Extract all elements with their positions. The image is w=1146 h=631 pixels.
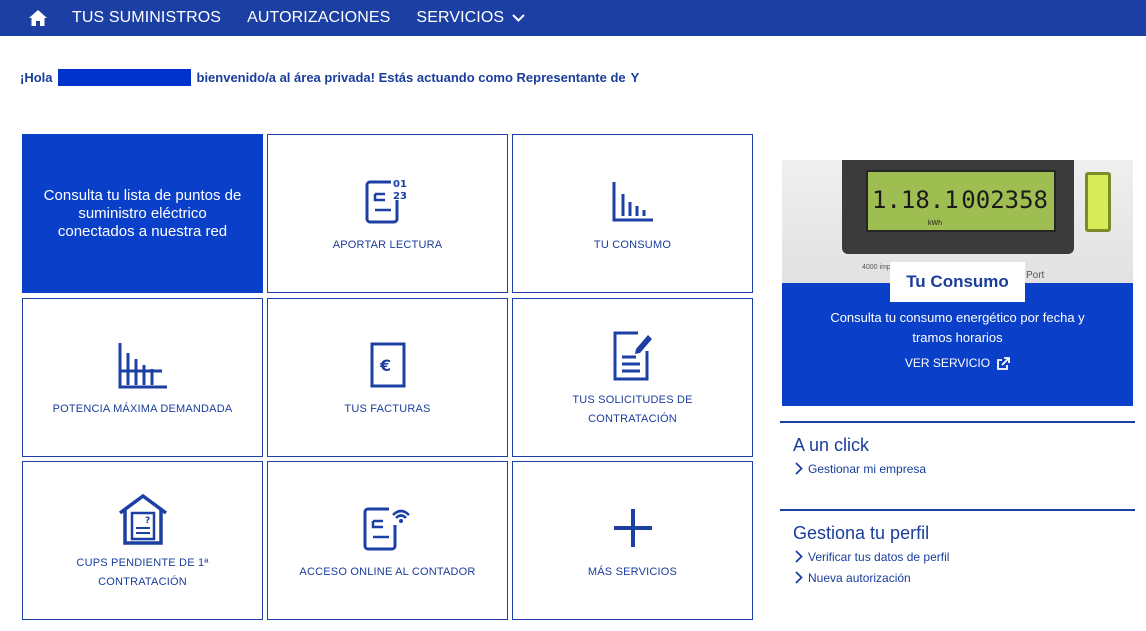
tile-tus-facturas[interactable]: € TUS FACTURAS xyxy=(267,298,508,457)
promo-description: Consulta tu consumo energético por fecha… xyxy=(830,310,1085,345)
svg-text:01: 01 xyxy=(393,179,407,190)
wireless-meter-icon xyxy=(363,499,413,557)
nav-servicios[interactable]: SERVICIOS xyxy=(416,9,525,27)
chevron-right-icon xyxy=(795,550,803,563)
welcome-message: ¡Hola bienvenido/a al área privada! Está… xyxy=(20,69,640,86)
external-link-icon xyxy=(997,356,1010,370)
home-button[interactable] xyxy=(20,0,56,36)
redacted-name xyxy=(57,69,191,86)
svg-text:€: € xyxy=(379,356,391,375)
chevron-down-icon xyxy=(512,14,525,22)
tile-aportar-lectura[interactable]: 01 23 APORTAR LECTURA xyxy=(267,134,508,293)
promo-title: Tu Consumo xyxy=(890,262,1025,302)
document-edit-icon xyxy=(612,327,654,385)
bar-chart-icon xyxy=(612,172,654,230)
home-icon xyxy=(29,10,47,26)
tile-acceso-online-contador[interactable]: ACCESO ONLINE AL CONTADOR xyxy=(267,461,508,620)
meter-reading-icon: 01 23 xyxy=(365,172,411,230)
svg-text:?: ? xyxy=(145,516,150,526)
tile-cups-pendiente[interactable]: ? CUPS PENDIENTE DE 1ª CONTRATACIÓN xyxy=(22,461,263,620)
quick-access-section: A un click Gestionar mi empresa xyxy=(780,421,1135,511)
nueva-autorizacion-link[interactable]: Nueva autorización xyxy=(795,569,1135,586)
ver-servicio-link[interactable]: VER SERVICIO xyxy=(782,356,1133,370)
power-demand-icon xyxy=(118,336,168,394)
tile-mas-servicios[interactable]: MÁS SERVICIOS xyxy=(512,461,753,620)
tile-tus-solicitudes[interactable]: TUS SOLICITUDES DE CONTRATACIÓN xyxy=(512,298,753,457)
svg-text:23: 23 xyxy=(393,191,407,202)
gestionar-empresa-link[interactable]: Gestionar mi empresa xyxy=(795,460,1135,477)
invoice-euro-icon: € xyxy=(370,336,406,394)
tile-potencia-maxima[interactable]: POTENCIA MÁXIMA DEMANDADA xyxy=(22,298,263,457)
quick-access-title: A un click xyxy=(793,435,870,455)
plus-icon xyxy=(612,499,654,557)
top-navigation: TUS SUMINISTROS AUTORIZACIONES SERVICIOS xyxy=(0,0,1146,36)
profile-section: Gestiona tu perfil Verificar tus datos d… xyxy=(780,509,1135,619)
verificar-datos-perfil-link[interactable]: Verificar tus datos de perfil xyxy=(795,548,1135,565)
chevron-right-icon xyxy=(795,571,803,584)
promo-tu-consumo: 1.18.1 002358 kWh 4000 imp/kWh Port Tu C… xyxy=(782,160,1133,406)
profile-section-title: Gestiona tu perfil xyxy=(793,523,930,543)
tile-tu-consumo[interactable]: TU CONSUMO xyxy=(512,134,753,293)
nav-autorizaciones[interactable]: AUTORIZACIONES xyxy=(247,9,390,27)
house-document-icon: ? xyxy=(117,490,169,548)
nav-tus-suministros[interactable]: TUS SUMINISTROS xyxy=(72,9,221,27)
tile-lista-puntos-suministro[interactable]: Consulta tu lista de puntos de suministr… xyxy=(22,134,263,293)
chevron-right-icon xyxy=(795,462,803,475)
